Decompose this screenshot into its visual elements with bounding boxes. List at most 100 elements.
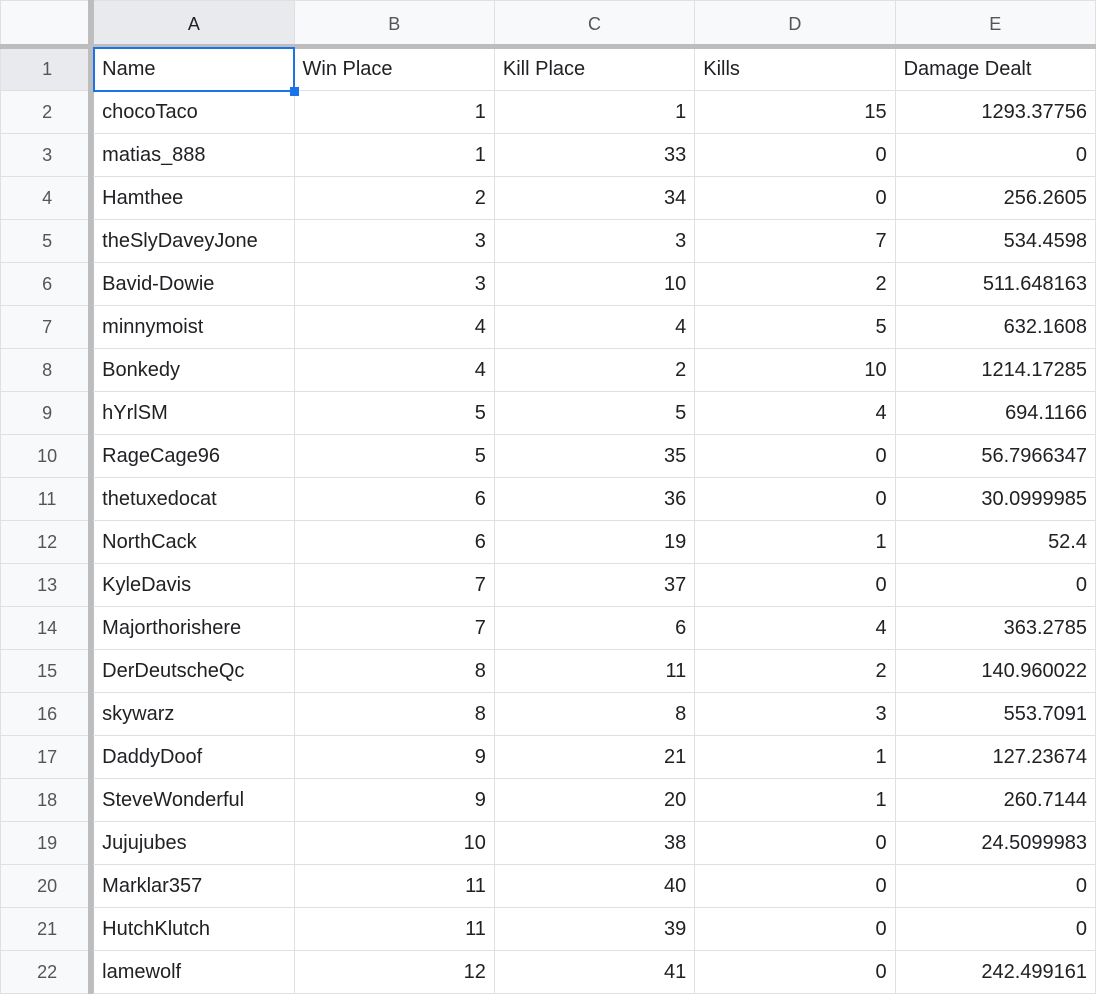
spreadsheet-viewport[interactable]: ABCDE 1NameWin PlaceKill PlaceKillsDamag… (0, 0, 1096, 994)
cell-E16[interactable]: 553.7091 (895, 693, 1095, 736)
cell-D15[interactable]: 2 (695, 650, 895, 693)
row-header-20[interactable]: 20 (1, 865, 94, 908)
cell-B10[interactable]: 5 (294, 435, 494, 478)
cell-E8[interactable]: 1214.17285 (895, 349, 1095, 392)
cell-E20[interactable]: 0 (895, 865, 1095, 908)
cell-A2[interactable]: chocoTaco (94, 91, 294, 134)
row-header-12[interactable]: 12 (1, 521, 94, 564)
cell-B17[interactable]: 9 (294, 736, 494, 779)
cell-E13[interactable]: 0 (895, 564, 1095, 607)
cell-A11[interactable]: thetuxedocat (94, 478, 294, 521)
cell-C21[interactable]: 39 (494, 908, 694, 951)
cell-B2[interactable]: 1 (294, 91, 494, 134)
cell-B4[interactable]: 2 (294, 177, 494, 220)
row-header-19[interactable]: 19 (1, 822, 94, 865)
cell-B18[interactable]: 9 (294, 779, 494, 822)
cell-A6[interactable]: Bavid-Dowie (94, 263, 294, 306)
cell-B1[interactable]: Win Place (294, 48, 494, 91)
row-header-8[interactable]: 8 (1, 349, 94, 392)
row-header-22[interactable]: 22 (1, 951, 94, 994)
cell-D14[interactable]: 4 (695, 607, 895, 650)
row-header-3[interactable]: 3 (1, 134, 94, 177)
row-header-17[interactable]: 17 (1, 736, 94, 779)
row-header-21[interactable]: 21 (1, 908, 94, 951)
column-header-E[interactable]: E (895, 1, 1095, 48)
cell-B13[interactable]: 7 (294, 564, 494, 607)
cell-E18[interactable]: 260.7144 (895, 779, 1095, 822)
cell-E9[interactable]: 694.1166 (895, 392, 1095, 435)
cell-D10[interactable]: 0 (695, 435, 895, 478)
cell-C14[interactable]: 6 (494, 607, 694, 650)
cell-A8[interactable]: Bonkedy (94, 349, 294, 392)
cell-C13[interactable]: 37 (494, 564, 694, 607)
row-header-2[interactable]: 2 (1, 91, 94, 134)
cell-E11[interactable]: 30.0999985 (895, 478, 1095, 521)
cell-C22[interactable]: 41 (494, 951, 694, 994)
cell-E7[interactable]: 632.1608 (895, 306, 1095, 349)
cell-B21[interactable]: 11 (294, 908, 494, 951)
cell-D2[interactable]: 15 (695, 91, 895, 134)
cell-D11[interactable]: 0 (695, 478, 895, 521)
cell-A17[interactable]: DaddyDoof (94, 736, 294, 779)
row-header-1[interactable]: 1 (1, 48, 94, 91)
cell-D3[interactable]: 0 (695, 134, 895, 177)
cell-D22[interactable]: 0 (695, 951, 895, 994)
cell-B7[interactable]: 4 (294, 306, 494, 349)
cell-E3[interactable]: 0 (895, 134, 1095, 177)
cell-C11[interactable]: 36 (494, 478, 694, 521)
cell-C16[interactable]: 8 (494, 693, 694, 736)
cell-D21[interactable]: 0 (695, 908, 895, 951)
cell-A10[interactable]: RageCage96 (94, 435, 294, 478)
cell-A16[interactable]: skywarz (94, 693, 294, 736)
cell-C6[interactable]: 10 (494, 263, 694, 306)
cell-D17[interactable]: 1 (695, 736, 895, 779)
cell-E17[interactable]: 127.23674 (895, 736, 1095, 779)
cell-A14[interactable]: Majorthorishere (94, 607, 294, 650)
cell-D18[interactable]: 1 (695, 779, 895, 822)
cell-C4[interactable]: 34 (494, 177, 694, 220)
column-header-D[interactable]: D (695, 1, 895, 48)
cell-A19[interactable]: Jujujubes (94, 822, 294, 865)
cell-E10[interactable]: 56.7966347 (895, 435, 1095, 478)
cell-B11[interactable]: 6 (294, 478, 494, 521)
cell-A20[interactable]: Marklar357 (94, 865, 294, 908)
row-header-6[interactable]: 6 (1, 263, 94, 306)
row-header-11[interactable]: 11 (1, 478, 94, 521)
cell-E21[interactable]: 0 (895, 908, 1095, 951)
cell-D5[interactable]: 7 (695, 220, 895, 263)
row-header-7[interactable]: 7 (1, 306, 94, 349)
row-header-16[interactable]: 16 (1, 693, 94, 736)
row-header-9[interactable]: 9 (1, 392, 94, 435)
cell-C1[interactable]: Kill Place (494, 48, 694, 91)
cell-C9[interactable]: 5 (494, 392, 694, 435)
row-header-14[interactable]: 14 (1, 607, 94, 650)
cell-B6[interactable]: 3 (294, 263, 494, 306)
cell-C3[interactable]: 33 (494, 134, 694, 177)
cell-A12[interactable]: NorthCack (94, 521, 294, 564)
cell-A1[interactable]: Name (94, 48, 294, 91)
cell-E14[interactable]: 363.2785 (895, 607, 1095, 650)
cell-D9[interactable]: 4 (695, 392, 895, 435)
cell-A13[interactable]: KyleDavis (94, 564, 294, 607)
column-header-A[interactable]: A (94, 1, 294, 48)
row-header-5[interactable]: 5 (1, 220, 94, 263)
cell-C10[interactable]: 35 (494, 435, 694, 478)
cell-A21[interactable]: HutchKlutch (94, 908, 294, 951)
cell-E15[interactable]: 140.960022 (895, 650, 1095, 693)
row-header-13[interactable]: 13 (1, 564, 94, 607)
cell-D12[interactable]: 1 (695, 521, 895, 564)
cell-D13[interactable]: 0 (695, 564, 895, 607)
cell-E2[interactable]: 1293.37756 (895, 91, 1095, 134)
cell-E12[interactable]: 52.4 (895, 521, 1095, 564)
cell-A5[interactable]: theSlyDaveyJone (94, 220, 294, 263)
cell-B3[interactable]: 1 (294, 134, 494, 177)
cell-C5[interactable]: 3 (494, 220, 694, 263)
cell-D7[interactable]: 5 (695, 306, 895, 349)
row-header-10[interactable]: 10 (1, 435, 94, 478)
cell-C8[interactable]: 2 (494, 349, 694, 392)
select-all-corner[interactable] (1, 1, 94, 48)
cell-D19[interactable]: 0 (695, 822, 895, 865)
cell-D1[interactable]: Kills (695, 48, 895, 91)
cell-C19[interactable]: 38 (494, 822, 694, 865)
cell-A22[interactable]: lamewolf (94, 951, 294, 994)
